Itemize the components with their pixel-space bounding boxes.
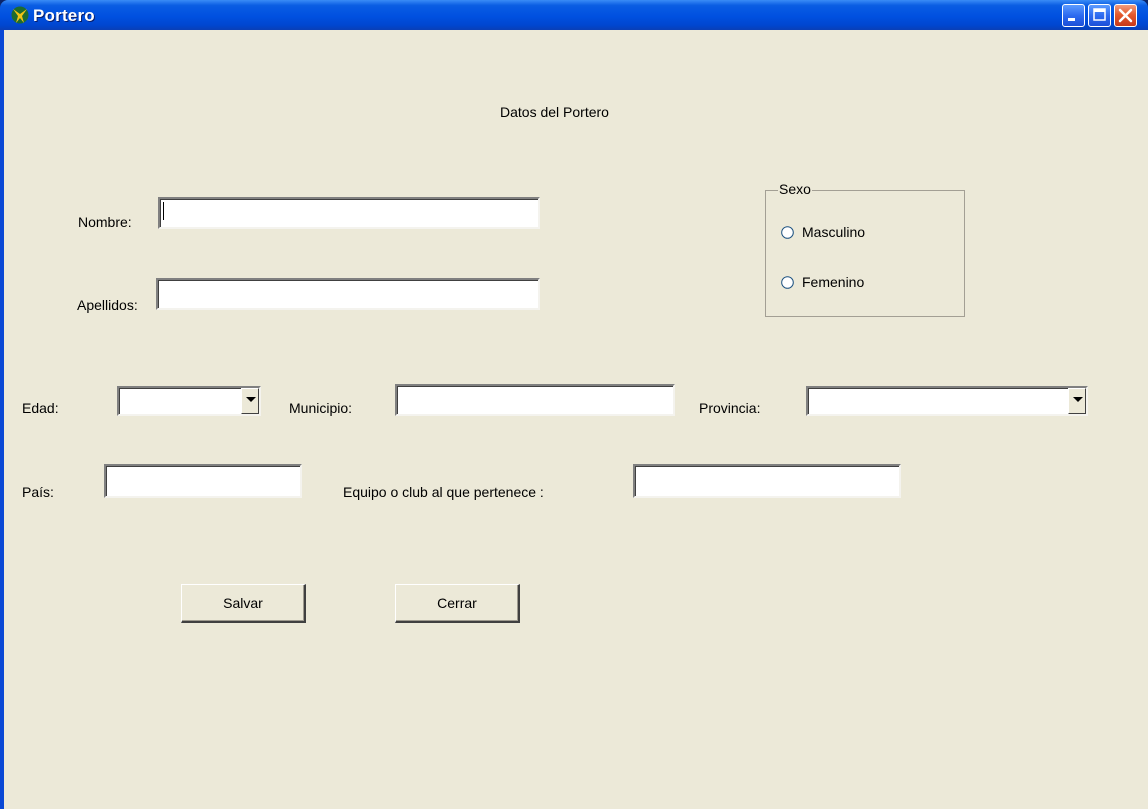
chevron-down-icon — [246, 397, 256, 402]
equipo-input[interactable] — [635, 466, 899, 496]
minimize-icon — [1068, 18, 1075, 21]
close-button[interactable] — [1114, 4, 1137, 27]
portero-window: Portero Datos del Portero Nombre: Apelli… — [0, 0, 1148, 809]
maximize-icon — [1093, 8, 1106, 21]
femenino-label[interactable]: Femenino — [802, 274, 864, 290]
apellidos-input[interactable] — [158, 280, 538, 308]
provincia-select[interactable] — [806, 386, 1088, 416]
sexo-groupbox — [765, 190, 965, 317]
close-icon — [1118, 8, 1133, 23]
provincia-label: Provincia: — [699, 400, 761, 416]
municipio-input[interactable] — [397, 386, 673, 414]
municipio-label: Municipio: — [289, 400, 353, 416]
edad-label: Edad: — [22, 400, 59, 416]
apellidos-label: Apellidos: — [77, 297, 138, 313]
nombre-input[interactable] — [160, 199, 538, 227]
salvar-button[interactable]: Salvar — [181, 584, 306, 623]
radio-circle-icon[interactable] — [781, 276, 794, 289]
provincia-dropdown-button[interactable] — [1068, 388, 1086, 414]
radio-circle-icon[interactable] — [781, 226, 794, 239]
edad-dropdown-button[interactable] — [241, 388, 259, 414]
edad-select[interactable] — [117, 386, 261, 416]
apellidos-field[interactable] — [156, 278, 540, 310]
minimize-button[interactable] — [1062, 4, 1085, 27]
title-bar[interactable]: Portero — [0, 0, 1148, 30]
masculino-label[interactable]: Masculino — [802, 224, 865, 240]
maximize-button[interactable] — [1088, 4, 1111, 27]
pais-label: País: — [22, 484, 54, 500]
sexo-group-label: Sexo — [778, 181, 812, 197]
equipo-label: Equipo o club al que pertenece : — [343, 484, 544, 500]
chevron-down-icon — [1073, 397, 1083, 402]
app-logo-icon — [11, 6, 29, 24]
cerrar-button[interactable]: Cerrar — [395, 584, 520, 623]
pais-field[interactable] — [104, 464, 302, 498]
municipio-field[interactable] — [395, 384, 675, 416]
nombre-label: Nombre: — [78, 214, 132, 230]
window-title: Portero — [33, 6, 95, 25]
form-heading: Datos del Portero — [500, 104, 609, 120]
form-area: Datos del Portero Nombre: Apellidos: Sex… — [4, 30, 1148, 809]
pais-input[interactable] — [106, 466, 300, 496]
equipo-field[interactable] — [633, 464, 901, 498]
nombre-field[interactable] — [158, 197, 540, 229]
text-caret — [163, 202, 164, 220]
